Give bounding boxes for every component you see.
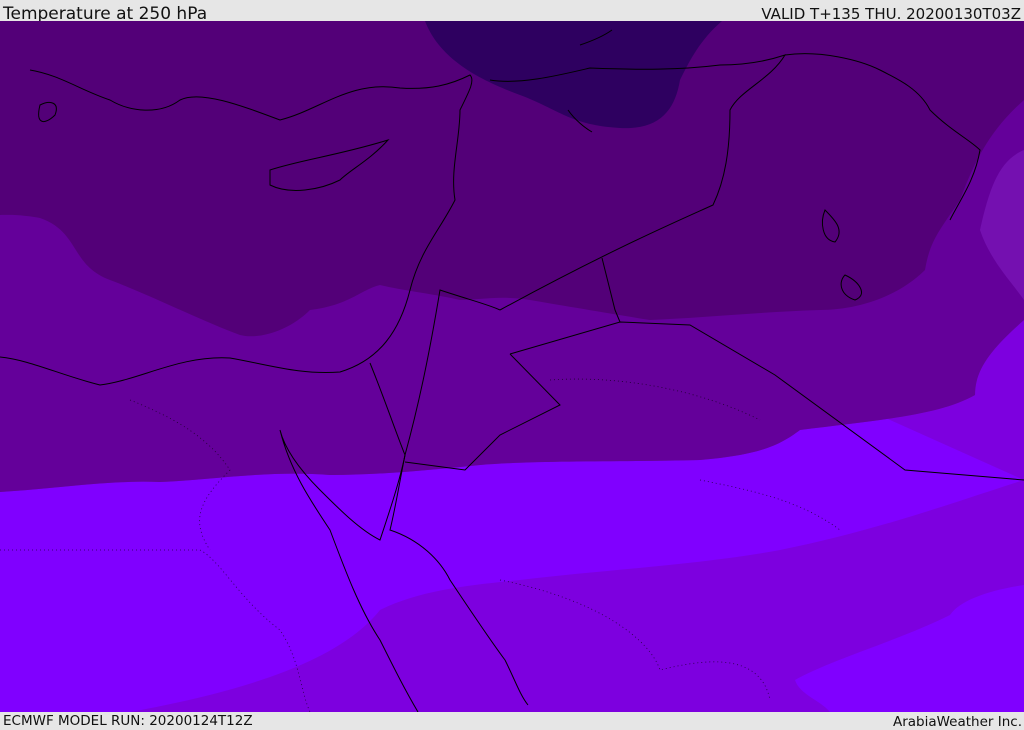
temperature-map bbox=[0, 21, 1024, 712]
model-run: ECMWF MODEL RUN: 20200124T12Z bbox=[3, 713, 253, 729]
footer-bar: ECMWF MODEL RUN: 20200124T12Z ArabiaWeat… bbox=[0, 712, 1024, 730]
brand-label: ArabiaWeather Inc. bbox=[892, 714, 1022, 730]
header-bar: Temperature at 250 hPa VALID T+135 THU. … bbox=[0, 0, 1024, 24]
